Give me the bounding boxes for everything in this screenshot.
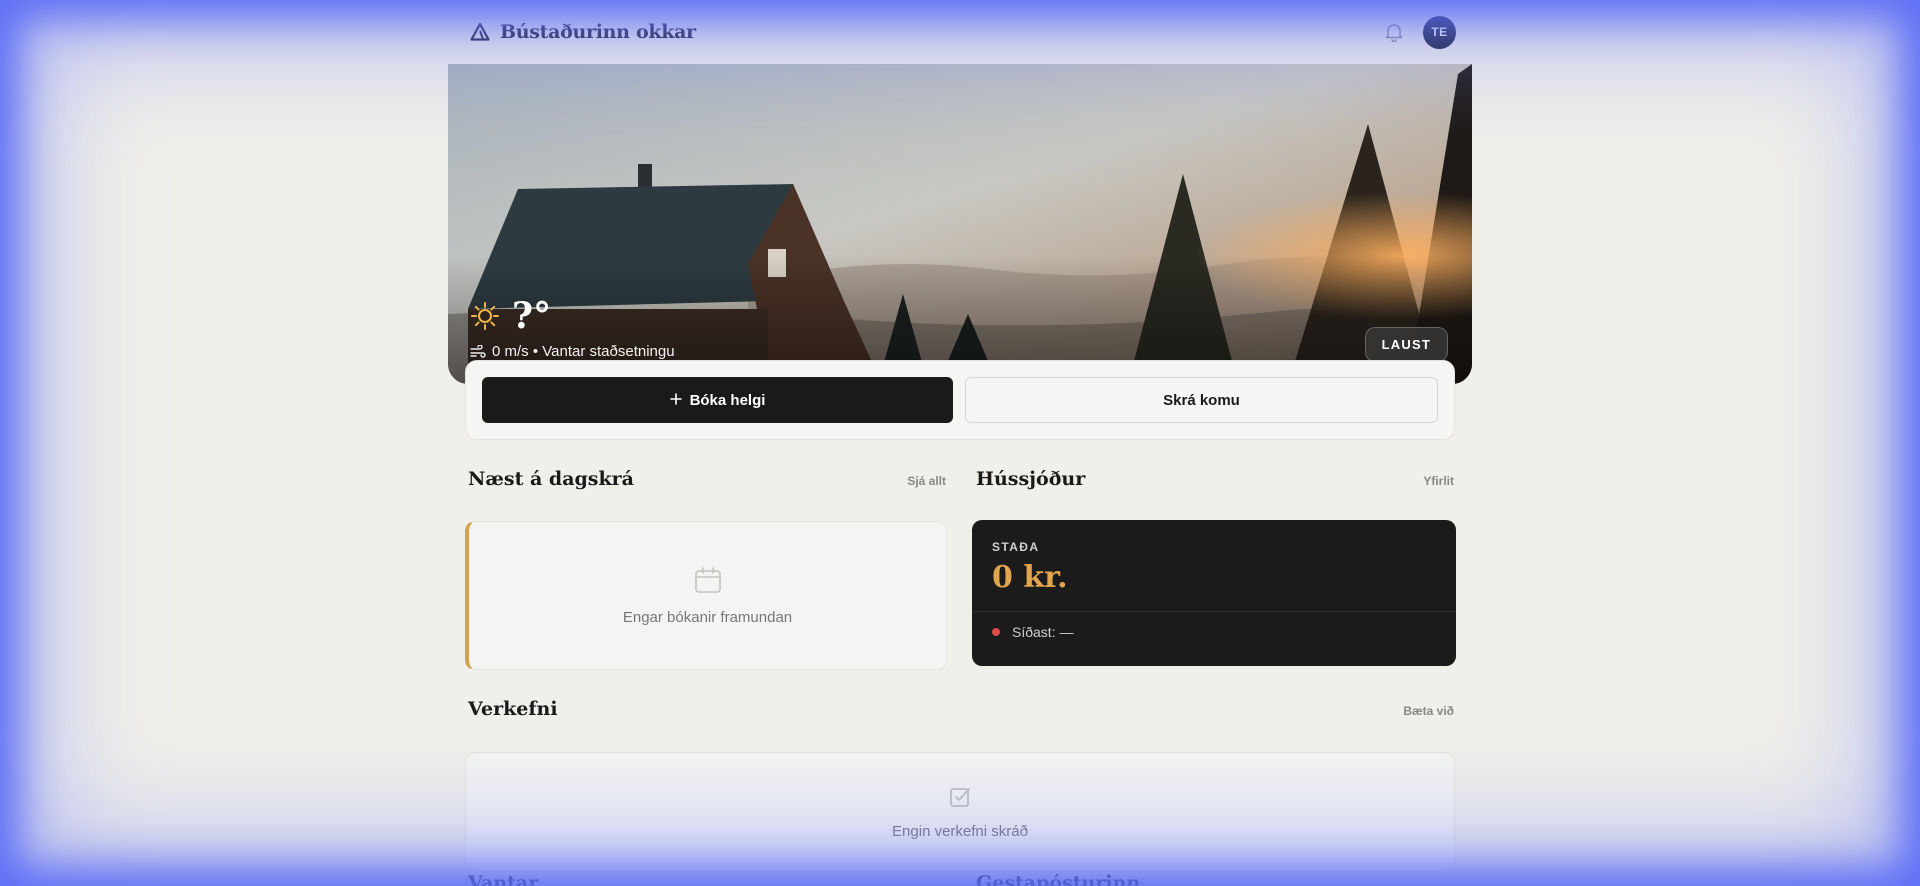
fund-amount: 0 kr. <box>992 560 1068 595</box>
sun-icon <box>470 301 500 331</box>
fund-last-entry: Síðast: — <box>1012 624 1074 640</box>
book-weekend-label: Bóka helgi <box>689 391 766 409</box>
fund-card[interactable]: STAÐA 0 kr. Síðast: — <box>972 520 1456 666</box>
status-badge: LAUST <box>1364 327 1448 362</box>
action-card: Bóka helgi Skrá komu <box>465 360 1455 440</box>
weather-info: 0 m/s • Vantar staðsetningu <box>492 343 675 360</box>
app-shell: Bústaðurinn okkar TE ?° 0 m/s • Vantar s… <box>448 0 1472 886</box>
status-dot <box>992 628 1000 636</box>
book-weekend-button[interactable]: Bóka helgi <box>482 377 953 423</box>
overview-link[interactable]: Yfirlit <box>1423 474 1454 488</box>
top-bar: Bústaðurinn okkar TE <box>448 0 1472 64</box>
app-title: Bústaðurinn okkar <box>500 21 696 43</box>
calendar-icon <box>693 565 723 599</box>
brand[interactable]: Bústaðurinn okkar <box>470 21 696 43</box>
check-in-button[interactable]: Skrá komu <box>965 377 1438 423</box>
fund-header: Hússjóður Yfirlit <box>976 468 1454 490</box>
wind-icon <box>470 343 486 359</box>
tasks-header: Verkefni Bæta við <box>468 698 1454 720</box>
fund-label: STAÐA <box>992 540 1040 554</box>
fund-title: Hússjóður <box>976 468 1086 490</box>
missing-title: Vantar <box>468 872 539 886</box>
schedule-header: Næst á dagskrá Sjá allt <box>468 468 946 490</box>
temperature: ?° <box>512 295 552 337</box>
add-task-link[interactable]: Bæta við <box>1403 704 1454 718</box>
fund-divider <box>972 611 1456 612</box>
see-all-link[interactable]: Sjá allt <box>907 474 946 488</box>
bell-icon[interactable] <box>1383 21 1405 43</box>
checkbox-icon <box>948 785 972 813</box>
hero-banner: ?° 0 m/s • Vantar staðsetningu LAUST <box>448 64 1472 384</box>
tasks-title: Verkefni <box>468 698 558 720</box>
tasks-empty-card: Engin verkefni skráð <box>465 752 1455 872</box>
schedule-title: Næst á dagskrá <box>468 468 634 490</box>
check-in-label: Skrá komu <box>1163 391 1240 409</box>
weather-widget: ?° 0 m/s • Vantar staðsetningu <box>470 295 675 360</box>
avatar[interactable]: TE <box>1423 15 1456 49</box>
guestbook-title: Gestapósturinn <box>976 872 1141 886</box>
cabin-icon <box>470 22 490 42</box>
plus-icon <box>669 392 682 409</box>
bookings-empty-text: Engar bókanir framundan <box>622 609 793 626</box>
tasks-empty-text: Engin verkefni skráð <box>892 822 1028 840</box>
bookings-empty-card: Engar bókanir framundan <box>465 521 947 670</box>
